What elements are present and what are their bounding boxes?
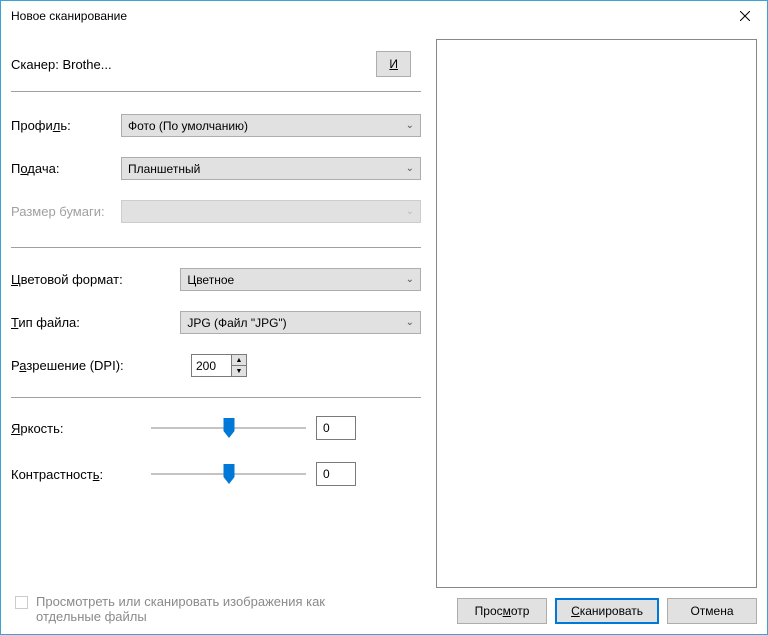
chevron-down-icon: ⌄: [406, 317, 414, 328]
file-type-select[interactable]: JPG (Файл "JPG") ⌄: [180, 311, 421, 334]
slider-thumb[interactable]: [223, 464, 234, 484]
separate-files-checkbox: [15, 596, 28, 609]
profile-value: Фото (По умолчанию): [128, 119, 248, 133]
brightness-value[interactable]: 0: [316, 416, 356, 440]
file-type-label: Тип файла:: [11, 315, 180, 330]
dpi-up-button[interactable]: ▲: [231, 354, 247, 365]
window-title: Новое сканирование: [11, 9, 127, 23]
color-format-select[interactable]: Цветное ⌄: [180, 268, 421, 291]
brightness-slider[interactable]: [151, 418, 306, 438]
chevron-down-icon: ⌄: [406, 206, 414, 217]
dpi-down-button[interactable]: ▼: [231, 365, 247, 377]
chevron-down-icon: ⌄: [406, 120, 414, 131]
paper-size-label: Размер бумаги:: [11, 204, 121, 219]
dpi-spinner[interactable]: ▲ ▼: [191, 354, 247, 377]
source-value: Планшетный: [128, 162, 200, 176]
preview-area: [436, 39, 757, 588]
contrast-slider[interactable]: [151, 464, 306, 484]
contrast-value[interactable]: 0: [316, 462, 356, 486]
settings-panel: Сканер: Brothe... И Профиль: Фото (По ум…: [1, 31, 431, 634]
profile-select[interactable]: Фото (По умолчанию) ⌄: [121, 114, 421, 137]
chevron-down-icon: ⌄: [406, 274, 414, 285]
slider-thumb[interactable]: [223, 418, 234, 438]
close-button[interactable]: [722, 1, 767, 31]
preview-button[interactable]: Просмотр: [457, 598, 547, 624]
scanner-label: Сканер: Brothe...: [11, 57, 112, 72]
brightness-label: Яркость:: [11, 421, 151, 436]
color-format-label: Цветовой формат:: [11, 272, 180, 287]
filetype-value: JPG (Файл "JPG"): [187, 316, 286, 330]
separate-files-label: Просмотреть или сканировать изображения …: [36, 594, 336, 624]
titlebar: Новое сканирование: [1, 1, 767, 31]
contrast-label: Контрастность:: [11, 467, 151, 482]
profile-label: Профиль:: [11, 118, 121, 133]
dpi-input[interactable]: [191, 354, 231, 377]
close-icon: [740, 11, 750, 21]
source-label: Подача:: [11, 161, 121, 176]
scan-button[interactable]: Сканировать: [555, 598, 659, 624]
scan-dialog: Новое сканирование Сканер: Brothe... И П…: [0, 0, 768, 635]
cancel-button[interactable]: Отмена: [667, 598, 757, 624]
dpi-label: Разрешение (DPI):: [11, 358, 191, 373]
dialog-footer: Просмотр Сканировать Отмена: [436, 588, 757, 624]
chevron-down-icon: ⌄: [406, 163, 414, 174]
color-value: Цветное: [187, 273, 234, 287]
change-scanner-button[interactable]: И: [376, 51, 411, 77]
source-select[interactable]: Планшетный ⌄: [121, 157, 421, 180]
paper-size-select: ⌄: [121, 200, 421, 223]
